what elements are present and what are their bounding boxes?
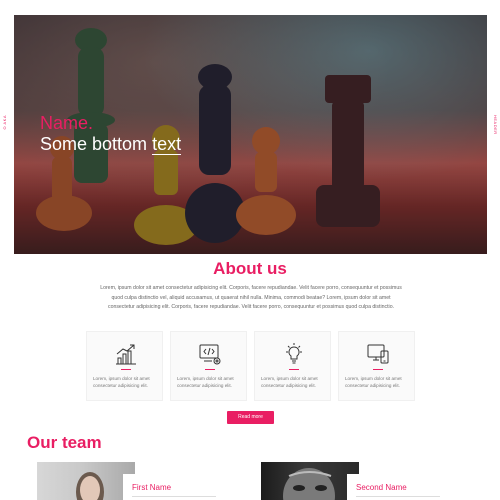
member-info: First Name: [123, 474, 219, 500]
hero-banner: Name. Some bottom text: [14, 15, 487, 254]
team-member-card[interactable]: First Name: [37, 462, 219, 500]
member-name: First Name: [132, 483, 172, 492]
about-text: Lorem, ipsum dolor sit amet consectetur …: [100, 285, 402, 310]
card-divider: [289, 369, 299, 370]
side-label-right: HEADER: [493, 115, 498, 135]
card-divider: [121, 369, 131, 370]
team-title: Our team: [27, 433, 102, 452]
growth-chart-icon: [116, 344, 136, 365]
card-text: Lorem, ipsum dolor sit amet consectetur …: [93, 376, 150, 388]
read-more-button[interactable]: Read more: [227, 411, 274, 424]
card-text: Lorem, ipsum dolor sit amet consectetur …: [261, 376, 318, 388]
hero-subtitle: Some bottom text: [40, 134, 182, 155]
feature-card: Lorem, ipsum dolor sit amet consectetur …: [170, 331, 247, 401]
member-photo: [37, 462, 135, 500]
feature-card: Lorem, ipsum dolor sit amet consectetur …: [338, 331, 415, 401]
team-member-card[interactable]: Second Name: [261, 462, 443, 500]
devices-icon: [367, 344, 389, 364]
feature-card: Lorem, ipsum dolor sit amet consectetur …: [86, 331, 163, 401]
member-divider: [356, 496, 440, 497]
card-divider: [205, 369, 215, 370]
about-title: About us: [213, 259, 287, 278]
side-label-left: O AKA: [2, 115, 7, 130]
card-text: Lorem, ipsum dolor sit amet consectetur …: [177, 376, 234, 388]
member-divider: [132, 496, 216, 497]
member-info: Second Name: [347, 474, 443, 500]
card-divider: [373, 369, 383, 370]
lightbulb-icon: [286, 343, 302, 364]
feature-card: Lorem, ipsum dolor sit amet consectetur …: [254, 331, 331, 401]
card-text: Lorem, ipsum dolor sit amet consectetur …: [345, 376, 402, 388]
hero-subtitle-link[interactable]: text: [152, 134, 182, 155]
hero-title: Name.: [40, 113, 94, 133]
member-name: Second Name: [356, 483, 407, 492]
feature-cards: Lorem, ipsum dolor sit amet consectetur …: [86, 331, 416, 401]
member-photo: [261, 462, 359, 500]
code-settings-icon: [199, 344, 221, 365]
hero-subtitle-text: Some bottom: [40, 134, 153, 154]
